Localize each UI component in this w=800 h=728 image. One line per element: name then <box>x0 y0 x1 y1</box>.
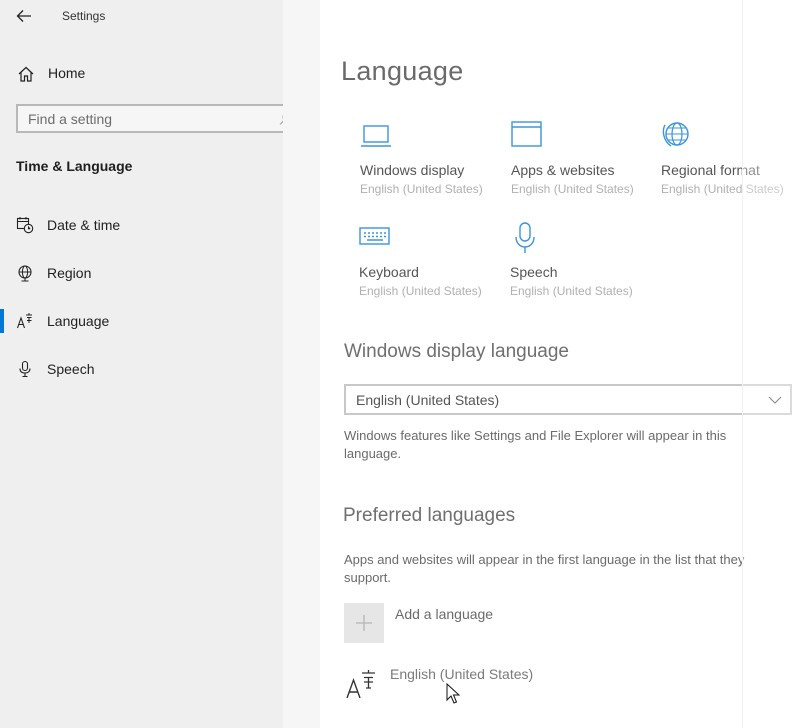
language-list-item[interactable]: English (United States) <box>390 666 533 682</box>
sidebar-edge <box>283 0 320 728</box>
sidebar-item-speech[interactable]: Speech <box>0 354 283 384</box>
tile-sublabel: English (United States) <box>661 182 784 196</box>
tile-label: Speech <box>510 264 558 280</box>
tile-regional-format[interactable]: Regional format English (United States) <box>661 120 800 200</box>
search-box <box>16 104 301 133</box>
search-input[interactable] <box>18 106 273 131</box>
tile-sublabel: English (United States) <box>511 182 634 196</box>
tile-speech[interactable]: Speech English (United States) <box>510 222 660 302</box>
overlay-fade <box>742 0 800 728</box>
tile-sublabel: English (United States) <box>359 284 482 298</box>
preferred-languages-heading: Preferred languages <box>343 505 516 526</box>
sidebar-item-label: Region <box>47 265 92 281</box>
tile-label: Regional format <box>661 162 760 178</box>
nav-home-label: Home <box>48 65 86 81</box>
dropdown-value: English (United States) <box>356 392 500 408</box>
globe-icon <box>662 122 689 147</box>
sidebar-item-date-time[interactable]: Date & time <box>0 210 283 240</box>
language-icon <box>16 313 32 329</box>
plus-icon <box>356 615 372 631</box>
mouse-cursor-icon <box>446 683 460 704</box>
add-language-button[interactable] <box>344 603 384 643</box>
microphone-icon <box>19 360 31 378</box>
tile-sublabel: English (United States) <box>360 182 483 196</box>
overlay-divider <box>742 0 743 728</box>
preferred-languages-description: Apps and websites will appear in the fir… <box>344 552 745 585</box>
nav-home[interactable]: Home <box>0 60 283 86</box>
sidebar-item-label: Speech <box>47 361 95 377</box>
tile-keyboard[interactable]: Keyboard English (United States) <box>359 222 509 302</box>
display-language-description: Windows features like Settings and File … <box>344 428 727 461</box>
active-indicator <box>0 309 4 333</box>
tile-label: Apps & websites <box>511 162 615 178</box>
add-language-label[interactable]: Add a language <box>395 606 493 622</box>
section-title: Time & Language <box>16 158 133 174</box>
sidebar-item-region[interactable]: Region <box>0 258 283 288</box>
globe-icon <box>18 265 32 282</box>
display-language-dropdown[interactable]: English (United States) <box>344 384 792 415</box>
page-title: Language <box>341 56 464 86</box>
sidebar-item-label: Language <box>47 313 110 329</box>
tile-label: Windows display <box>360 162 465 178</box>
sidebar: Settings Home Time & Language Date & tim… <box>0 0 301 728</box>
back-button[interactable] <box>9 2 39 30</box>
app-title: Settings <box>62 9 106 23</box>
language-icon <box>346 670 375 699</box>
tile-apps-websites[interactable]: Apps & websites English (United States) <box>511 120 661 200</box>
browser-window-icon <box>511 121 542 147</box>
tile-sublabel: English (United States) <box>510 284 633 298</box>
tile-windows-display[interactable]: Windows display English (United States) <box>360 120 510 200</box>
keyboard-icon <box>359 227 390 245</box>
chevron-down-icon <box>768 396 782 404</box>
back-arrow-icon <box>16 10 31 22</box>
calendar-clock-icon <box>16 217 34 234</box>
monitor-icon <box>361 125 391 147</box>
home-icon <box>18 66 34 82</box>
microphone-icon <box>515 222 535 253</box>
sidebar-item-label: Date & time <box>47 217 121 233</box>
tile-label: Keyboard <box>359 264 419 280</box>
sidebar-item-language[interactable]: Language <box>0 306 283 336</box>
display-language-heading: Windows display language <box>344 341 569 362</box>
